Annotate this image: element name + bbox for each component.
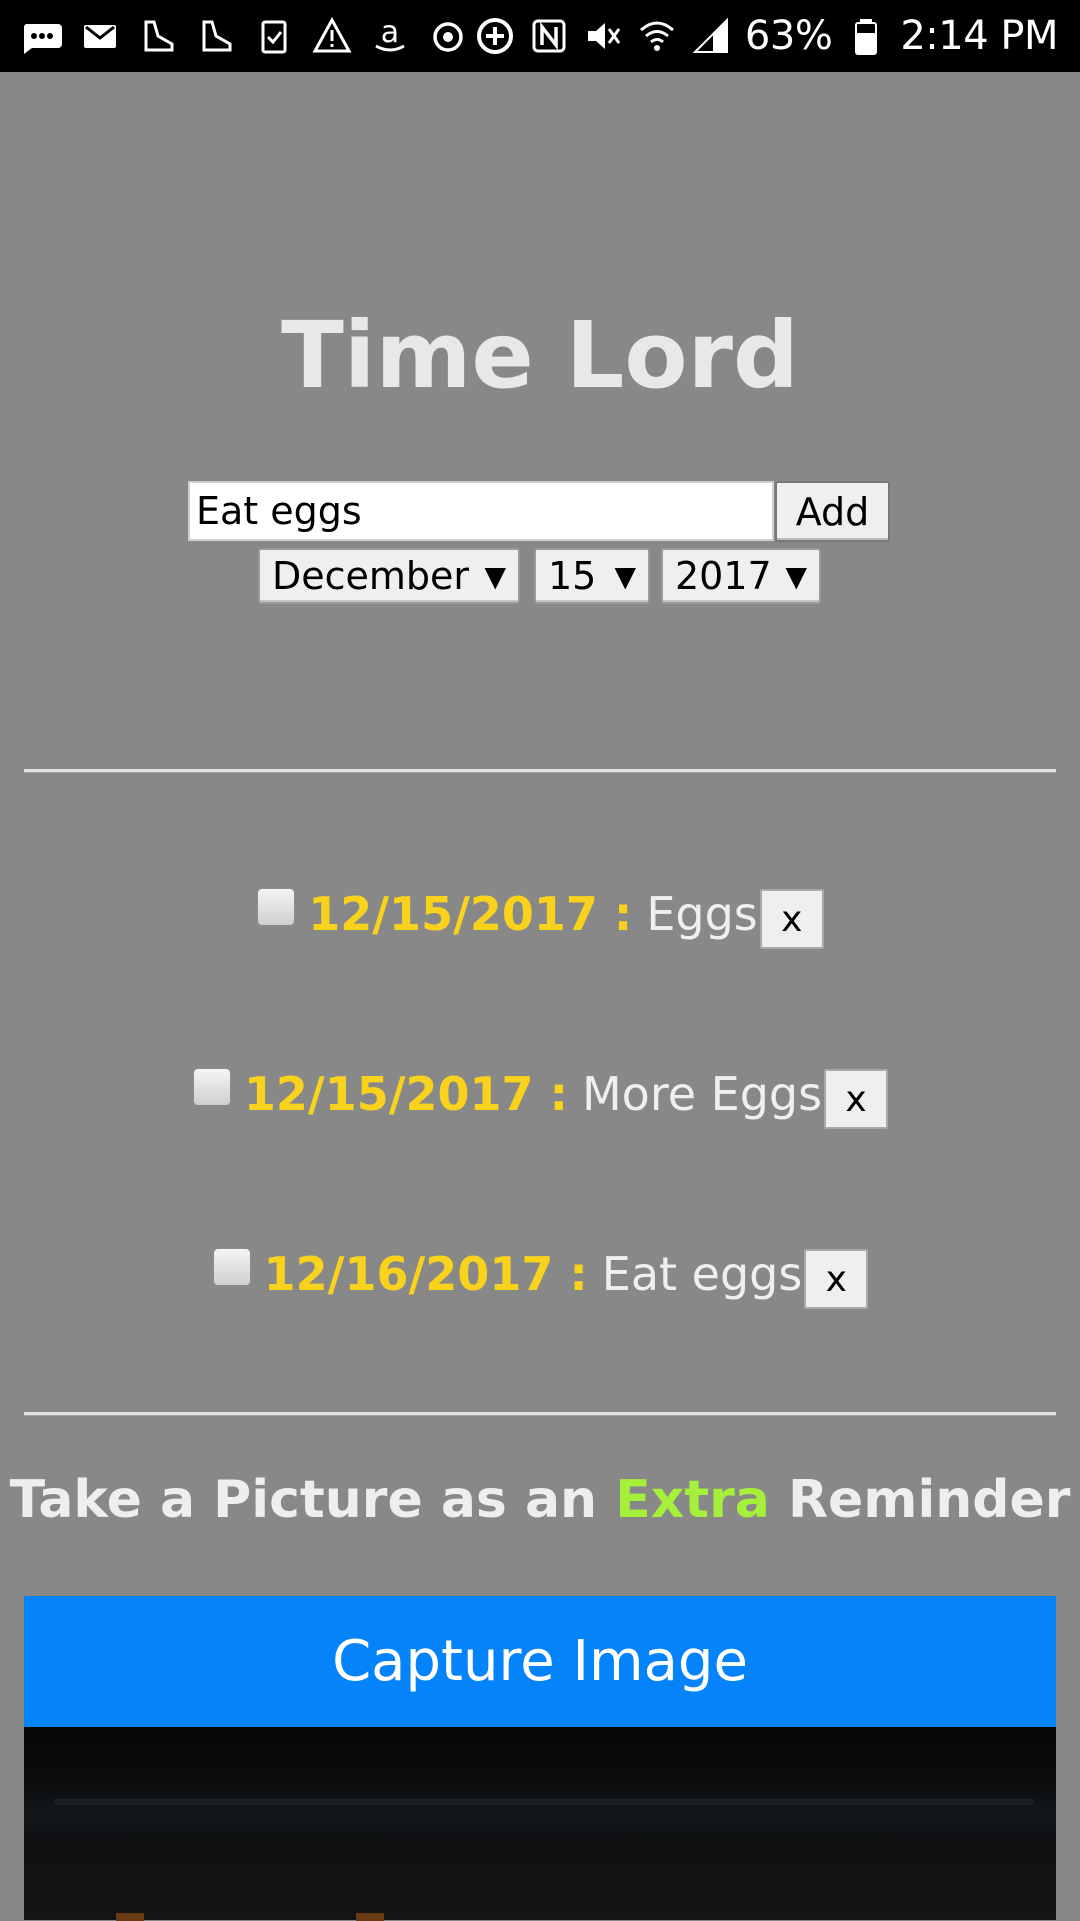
notification-icons: a xyxy=(22,16,468,56)
page-title: Time Lord xyxy=(281,302,799,409)
photo-heading-end: Reminder xyxy=(787,1470,1071,1530)
divider xyxy=(24,769,1056,772)
warning-icon xyxy=(312,16,352,56)
reminder-date: 12/15/2017 : xyxy=(243,1067,568,1121)
year-value: 2017 xyxy=(675,554,772,598)
reminder-checkbox[interactable] xyxy=(191,1067,232,1107)
reminder-checkbox[interactable] xyxy=(256,887,297,927)
reminder-text: Eggs xyxy=(646,887,758,941)
wifi-icon xyxy=(637,16,677,56)
reminder-date: 12/16/2017 : xyxy=(263,1247,588,1301)
reminder-row: 12/15/2017 : More Eggs x xyxy=(0,1062,1080,1129)
day-select[interactable]: 15 ▼ xyxy=(534,548,650,604)
clipboard-check-icon xyxy=(254,16,294,56)
reminder-date: 12/15/2017 : xyxy=(308,887,633,941)
divider xyxy=(24,1412,1056,1415)
preview-shading xyxy=(54,1799,1034,1805)
dropdown-arrow-icon: ▼ xyxy=(484,559,506,593)
mail-icon xyxy=(80,16,120,56)
battery-icon xyxy=(846,16,886,56)
plus-circle-icon xyxy=(475,16,515,56)
amazon-icon: a xyxy=(370,16,410,56)
reminder-text: More Eggs xyxy=(581,1067,823,1121)
clock: 2:14 PM xyxy=(900,13,1058,59)
power-icon xyxy=(428,16,468,56)
photo-heading-start: Take a Picture as an xyxy=(9,1470,598,1530)
year-select[interactable]: 2017 ▼ xyxy=(661,548,821,604)
camera-preview xyxy=(24,1727,1056,1921)
photo-heading-accent: Extra xyxy=(615,1470,770,1530)
status-bar: a 63% 2:14 PM xyxy=(0,0,1080,72)
chat-icon xyxy=(22,16,62,56)
dropdown-arrow-icon: ▼ xyxy=(785,559,807,593)
month-select[interactable]: December ▼ xyxy=(258,548,520,604)
delete-reminder-button[interactable]: x xyxy=(759,889,824,949)
reminder-checkbox[interactable] xyxy=(211,1247,252,1287)
reminder-row: 12/15/2017 : Eggs x xyxy=(0,882,1080,949)
nfc-icon xyxy=(529,16,569,56)
reminder-text: Eat eggs xyxy=(601,1247,803,1301)
delete-reminder-button[interactable]: x xyxy=(824,1069,889,1129)
mute-icon xyxy=(583,16,623,56)
shoe-icon xyxy=(196,16,236,56)
month-value: December xyxy=(272,554,470,598)
reminder-row: 12/16/2017 : Eat eggs x xyxy=(0,1242,1080,1309)
signal-icon xyxy=(691,16,731,56)
task-input[interactable]: Eat eggs xyxy=(188,481,774,541)
battery-percentage: 63% xyxy=(744,13,833,59)
svg-text:a: a xyxy=(381,16,399,50)
delete-reminder-button[interactable]: x xyxy=(804,1249,869,1309)
dropdown-arrow-icon: ▼ xyxy=(614,559,636,593)
add-button[interactable]: Add xyxy=(775,481,890,542)
shoe-icon xyxy=(138,16,178,56)
photo-heading: Take a Picture as an Extra Reminder xyxy=(0,1470,1080,1530)
capture-image-button[interactable]: Capture Image xyxy=(24,1596,1056,1727)
day-value: 15 xyxy=(548,554,597,598)
system-icons: 63% 2:14 PM xyxy=(475,13,1058,59)
